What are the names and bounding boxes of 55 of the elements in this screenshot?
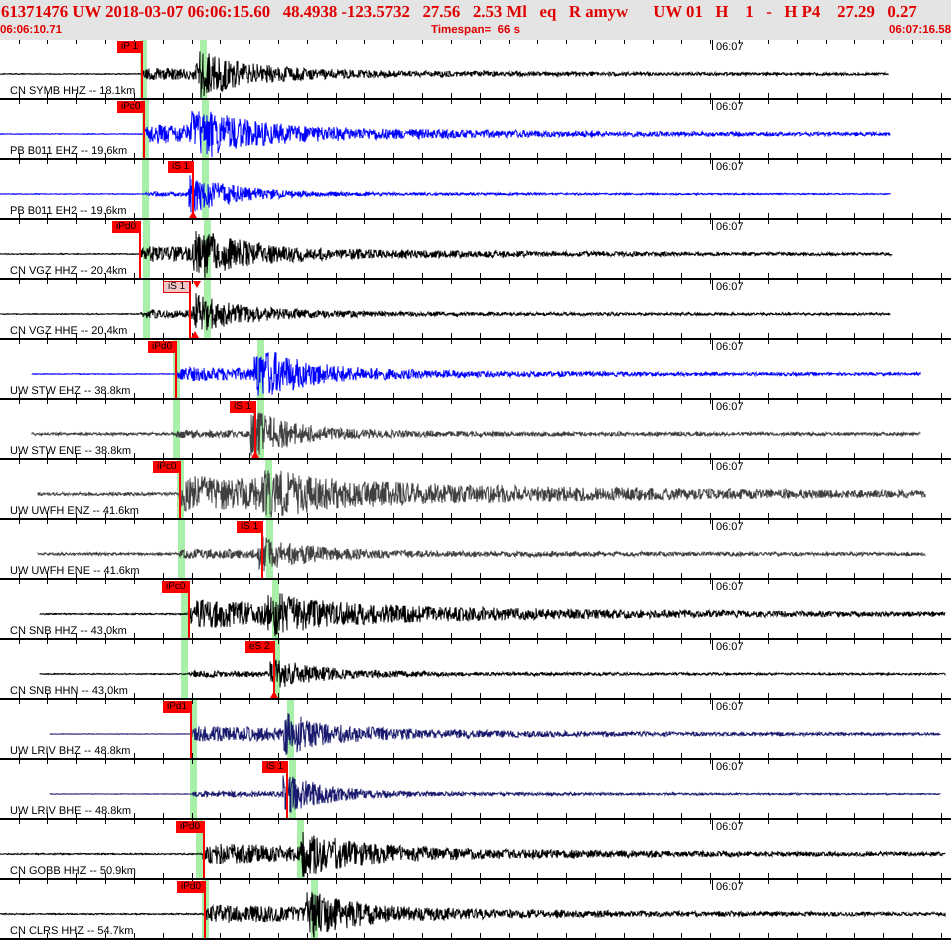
pick-flag[interactable]: iPc0 (117, 101, 144, 113)
time-label: 06:07 (716, 221, 744, 233)
channel-label: CN SNB HHN -- 43.0km (10, 685, 128, 697)
pick-flag[interactable]: iS 1 (237, 521, 262, 533)
time-label: 06:07 (716, 881, 744, 893)
pick-flag[interactable]: iPd0 (112, 221, 140, 233)
channel-label: CN VGZ HHE -- 20.4km (10, 325, 128, 337)
channel-label: UW STW ENE -- 38.8km (10, 445, 132, 457)
time-label: 06:07 (716, 821, 744, 833)
channel-label: UW LRIV BHZ -- 48.8km (10, 745, 130, 757)
channel-label: CN GOBB HHZ -- 50.9km (10, 865, 136, 877)
time-label: 06:07 (716, 161, 744, 173)
channel-label: CN SYMB HHZ -- 18.1km (10, 85, 136, 97)
pick-flag[interactable]: iPd0 (177, 881, 206, 893)
predicted-arrival-band (173, 400, 180, 458)
start-time: 06:06:10.71 (0, 23, 62, 38)
channel-label: PB B011 EHZ -- 19.6km (10, 145, 128, 157)
pick-flag[interactable]: iS 1 (230, 401, 256, 413)
pick-flag[interactable]: iS 1 (262, 761, 288, 773)
predicted-arrival-band (143, 280, 150, 338)
pick-flag[interactable]: iS 1 (163, 281, 190, 293)
predicted-arrival-band (190, 760, 197, 818)
time-label: 06:07 (716, 101, 744, 113)
time-label: 06:07 (716, 701, 744, 713)
time-label: 06:07 (716, 581, 744, 593)
pick-flag[interactable]: iPd0 (176, 821, 204, 833)
time-label: 06:07 (716, 521, 744, 533)
channel-label: CN VGZ HHZ -- 20.4km (10, 265, 127, 277)
predicted-arrival-band (181, 640, 188, 698)
predicted-arrival-band (142, 160, 149, 218)
time-label: 06:07 (716, 281, 744, 293)
channel-label: UW UWFH ENE -- 41.6km (10, 565, 140, 577)
predicted-arrival-band (178, 520, 185, 578)
time-label: 06:07 (716, 761, 744, 773)
channel-label: CN SNB HHZ -- 43.0km (10, 625, 127, 637)
pick-flag[interactable]: iP 1 (117, 41, 142, 53)
pick-flag[interactable]: iPc0 (153, 461, 180, 473)
channel-label: UW LRIV BHE -- 48.8km (10, 805, 132, 817)
event-summary: 61371476 UW 2018-03-07 06:06:15.60 48.4938 -123.5732 27.56 2.53 Ml eq R amyw UW 01 H 1 - H P4 27.29 0.27 (0, 1, 917, 23)
pick-flag[interactable]: iPc0 (162, 581, 190, 593)
channel-label: PB B011 EH2 -- 19.6km (10, 205, 127, 217)
timespan: Timespan= 66 s (431, 23, 520, 38)
channel-label: CN CLRS HHZ -- 54.7km (10, 925, 134, 937)
time-label: 06:07 (716, 341, 744, 353)
time-label: 06:07 (716, 641, 744, 653)
pick-flag[interactable]: iS 1 (168, 161, 194, 173)
channel-label: UW STW EHZ -- 38.8km (10, 385, 130, 397)
channel-label: UW UWFH ENZ -- 41.6km (10, 505, 139, 517)
pick-flag[interactable]: iPd1 (163, 701, 192, 713)
time-label: 06:07 (716, 401, 744, 413)
pick-flag[interactable]: iPd0 (148, 341, 176, 353)
time-label: 06:07 (716, 461, 744, 473)
pick-flag[interactable]: eS 2 (245, 641, 274, 653)
end-time: 06:07:16.58 (888, 23, 951, 38)
time-label: 06:07 (716, 41, 744, 53)
